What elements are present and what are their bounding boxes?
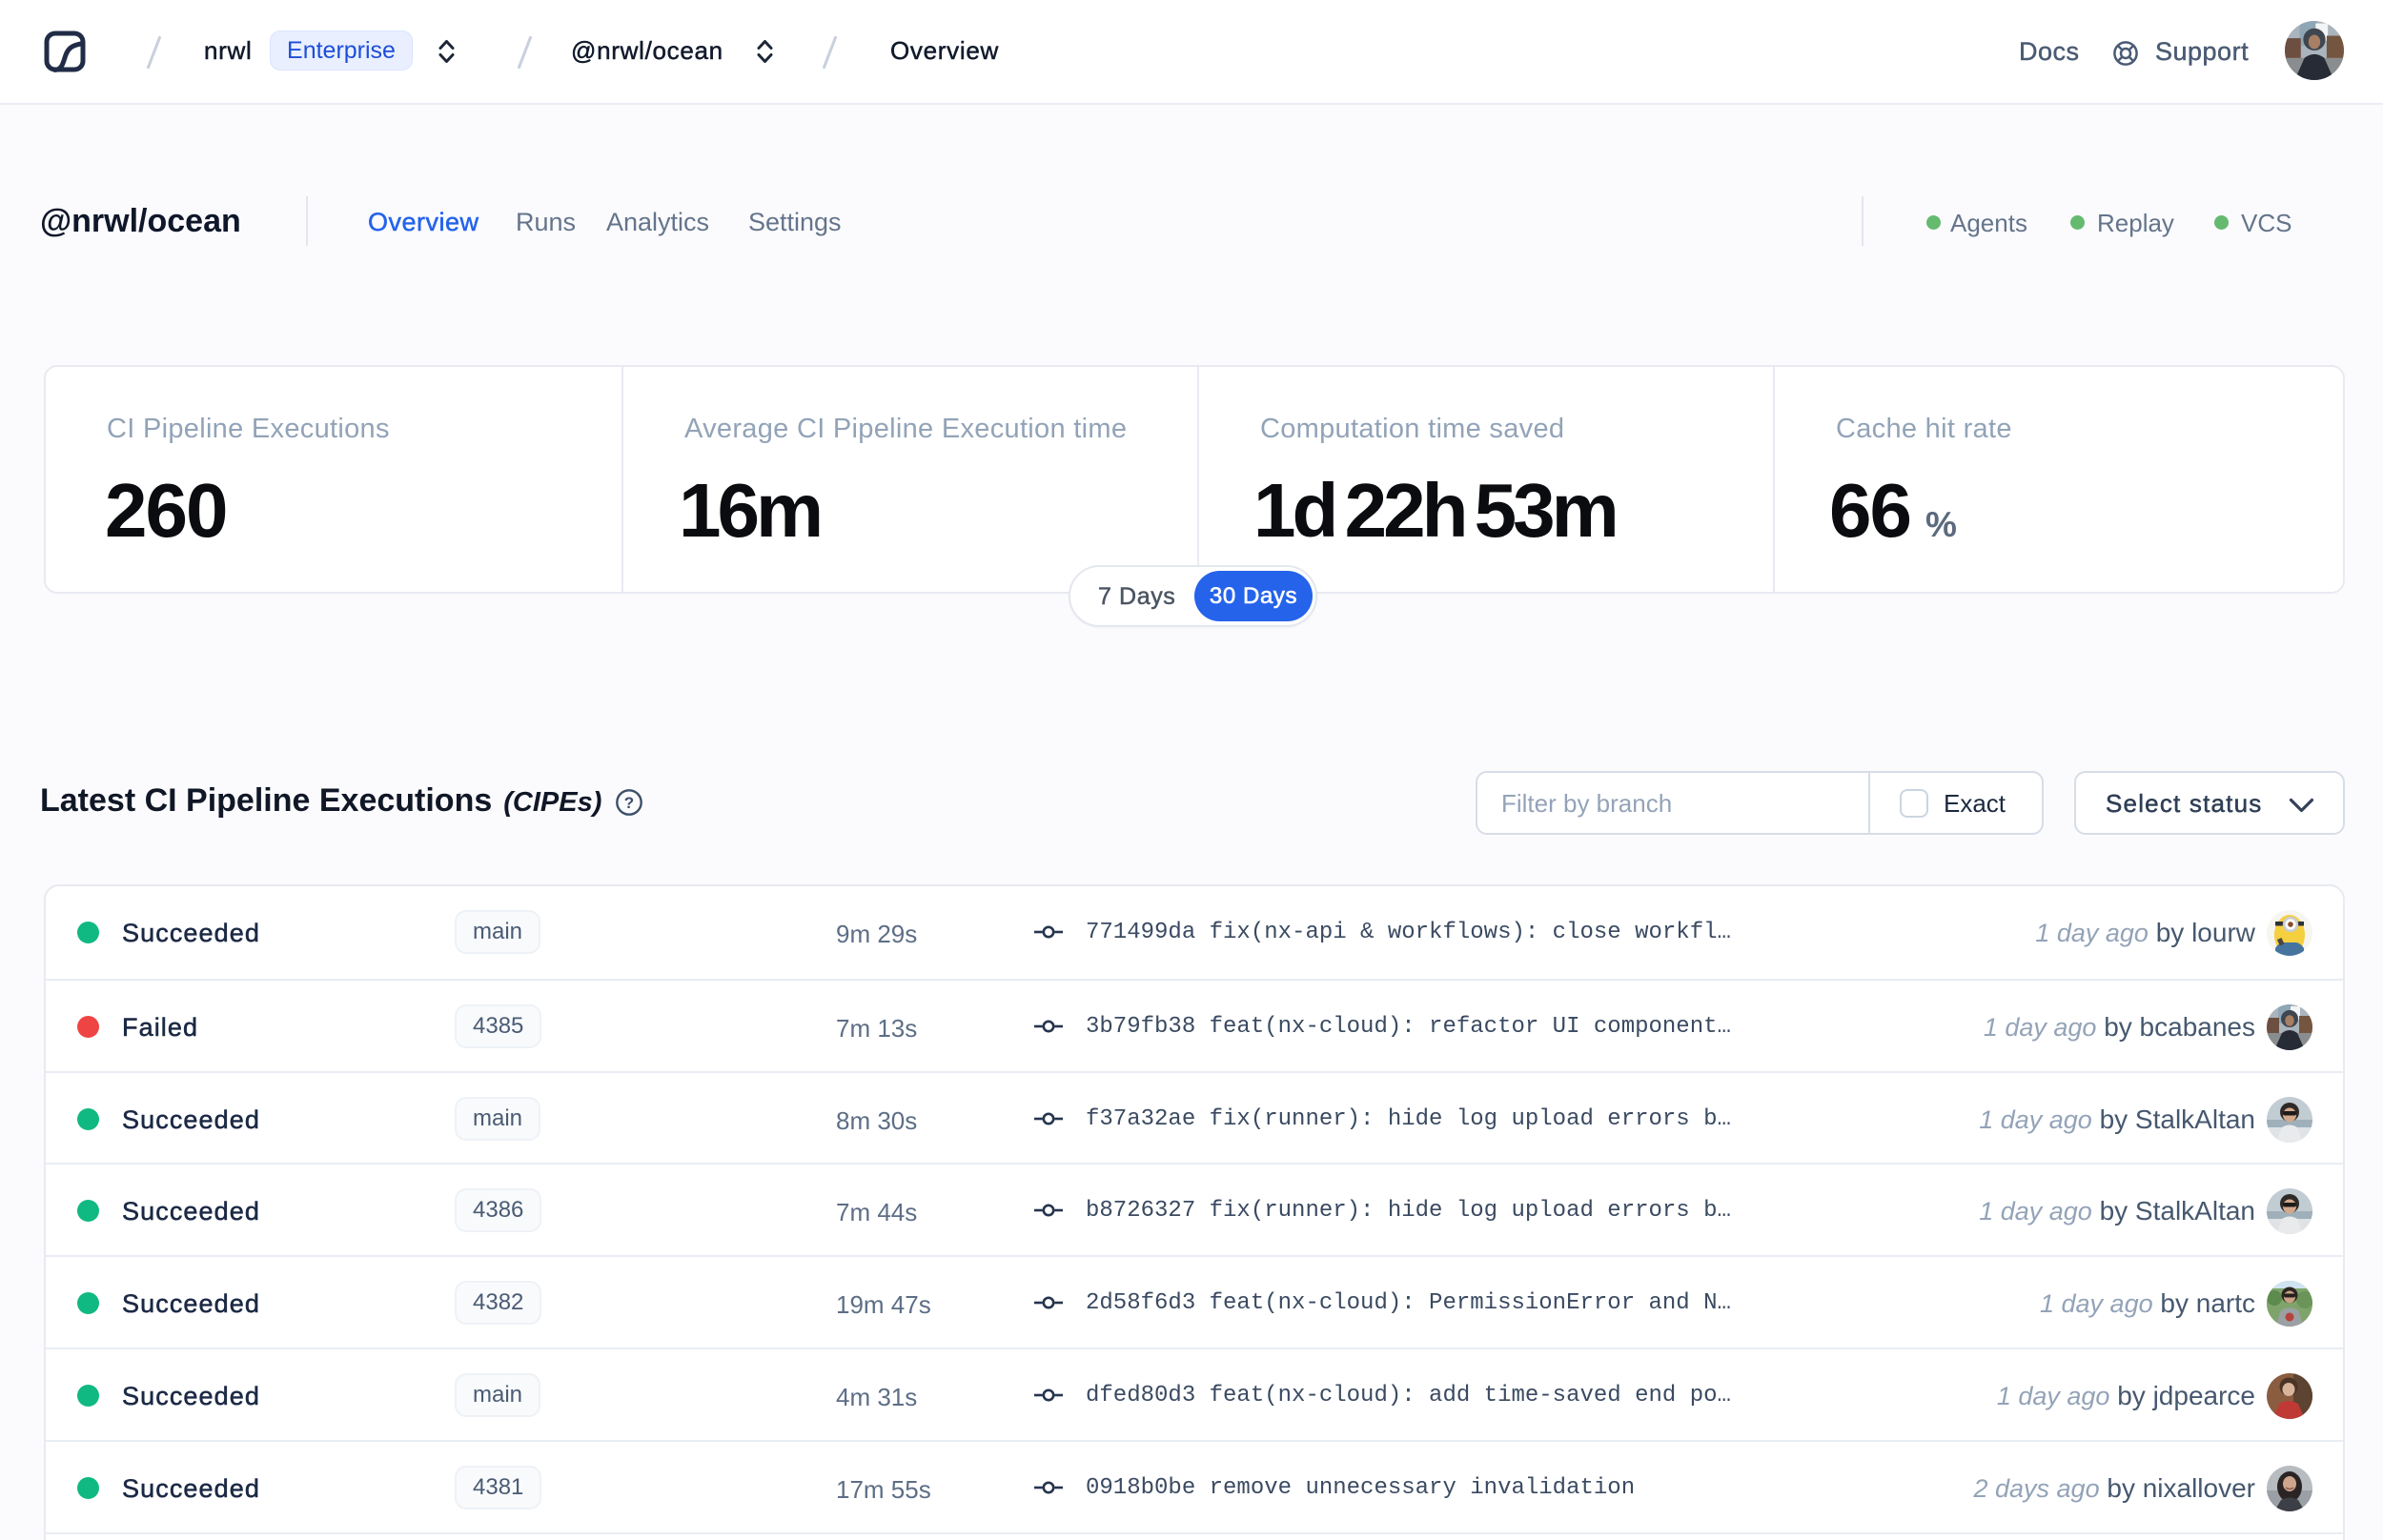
svg-text:?: ? (624, 794, 634, 812)
